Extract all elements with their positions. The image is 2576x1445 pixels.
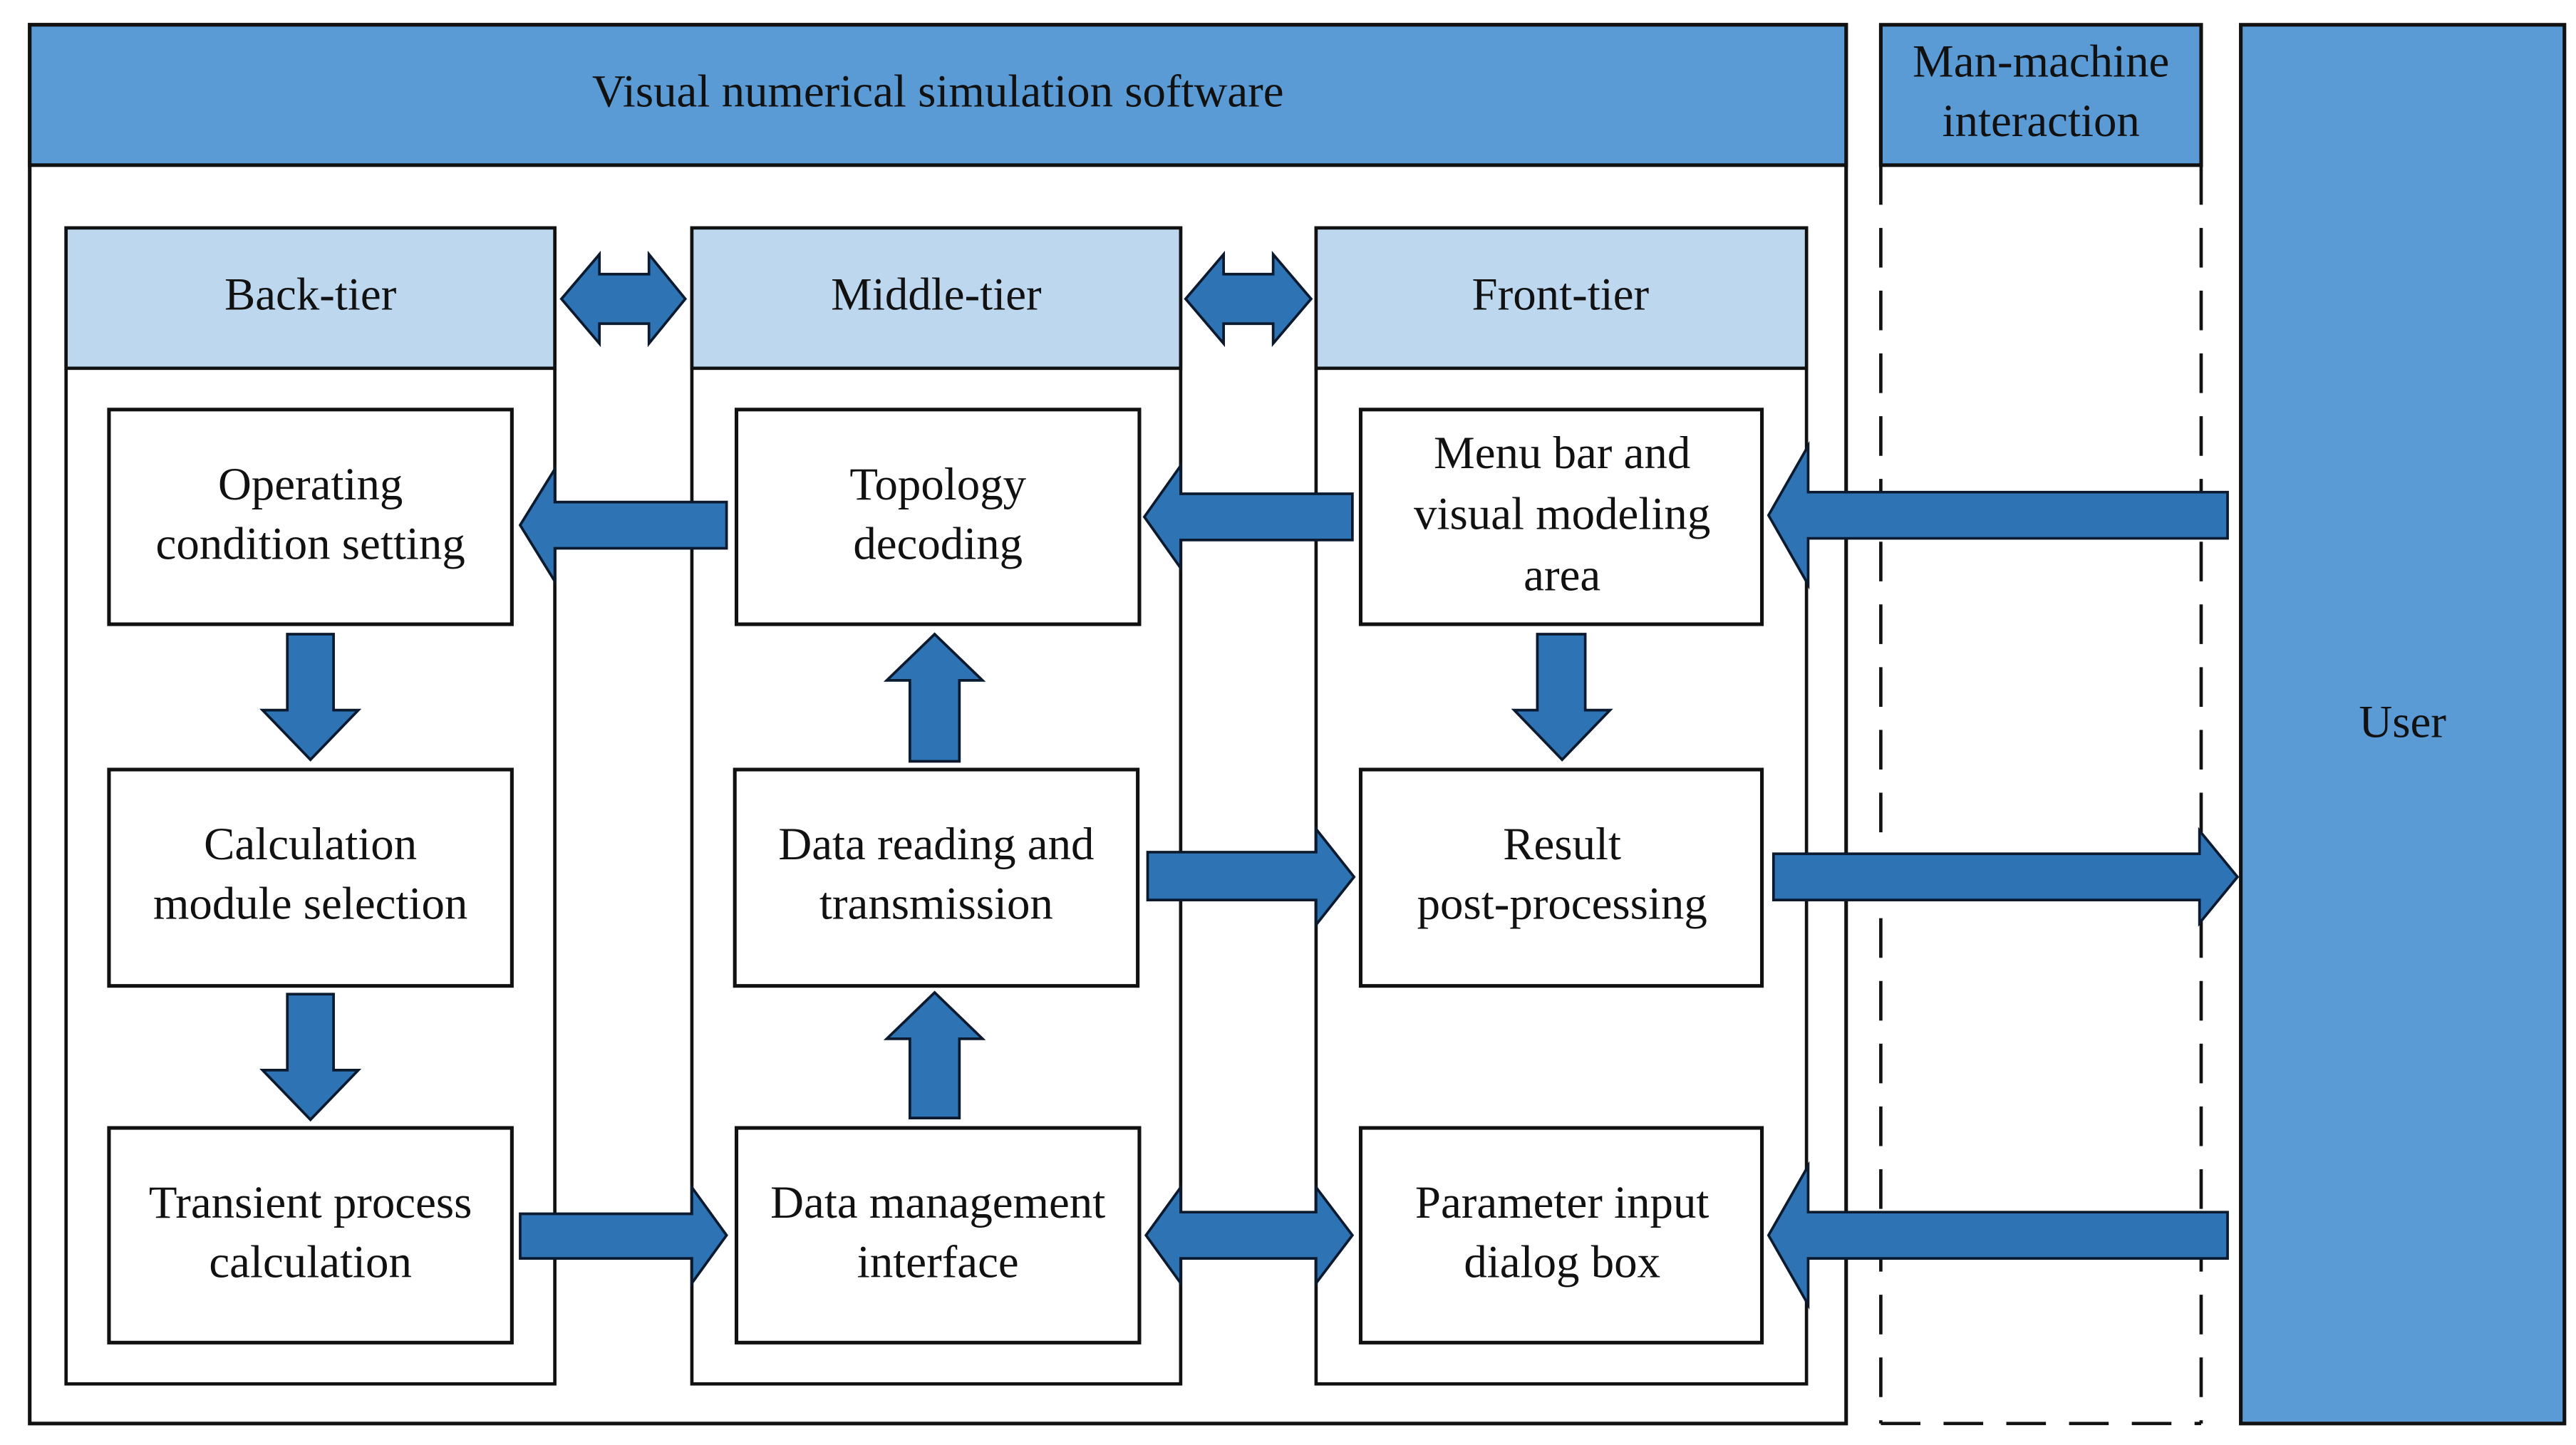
box-calculation-module-selection: Calculation module selection [107, 767, 514, 988]
box-text: Operating [218, 459, 403, 510]
box-text: Result [1503, 819, 1621, 870]
box-data-reading-transmission: Data reading and transmission [733, 767, 1140, 988]
interaction-title-line2: interaction [1943, 95, 2140, 147]
box-text: dialog box [1464, 1237, 1660, 1288]
box-parameter-input-dialog-box: Parameter input dialog box [1358, 1126, 1764, 1345]
box-menu-bar-visual-modeling-area: Menu bar and visual modeling area [1358, 408, 1764, 626]
box-text: Transient process [149, 1177, 472, 1228]
box-text: Menu bar and [1434, 428, 1690, 479]
box-text: visual modeling [1414, 489, 1710, 540]
box-topology-decoding: Topology decoding [734, 408, 1142, 626]
box-text: calculation [209, 1237, 412, 1288]
box-text: Data management [770, 1177, 1105, 1228]
box-text: Topology [849, 459, 1026, 510]
tier-middle-title: Middle-tier [831, 269, 1042, 320]
box-text: condition setting [156, 518, 465, 569]
architecture-diagram: Visual numerical simulation software Man… [28, 23, 2567, 1426]
box-text: interface [857, 1237, 1019, 1288]
box-text: Parameter input [1415, 1177, 1709, 1228]
interaction-title-line1: Man-machine [1913, 36, 2169, 88]
box-data-management-interface: Data management interface [734, 1126, 1142, 1345]
tier-front-title: Front-tier [1472, 269, 1650, 320]
box-text: Calculation [204, 819, 417, 870]
tier-back-title: Back-tier [224, 269, 397, 320]
box-text: area [1524, 549, 1600, 601]
box-transient-process-calculation: Transient process calculation [107, 1126, 514, 1345]
box-text: decoding [853, 518, 1023, 569]
box-text: post-processing [1417, 879, 1707, 930]
box-text: Data reading and [778, 819, 1094, 870]
box-text: module selection [153, 879, 467, 930]
user-label: User [2359, 697, 2446, 748]
box-text: transmission [819, 879, 1053, 930]
software-title: Visual numerical simulation software [592, 66, 1284, 117]
box-operating-condition-setting: Operating condition setting [107, 408, 514, 626]
box-result-post-processing: Result post-processing [1358, 767, 1764, 988]
